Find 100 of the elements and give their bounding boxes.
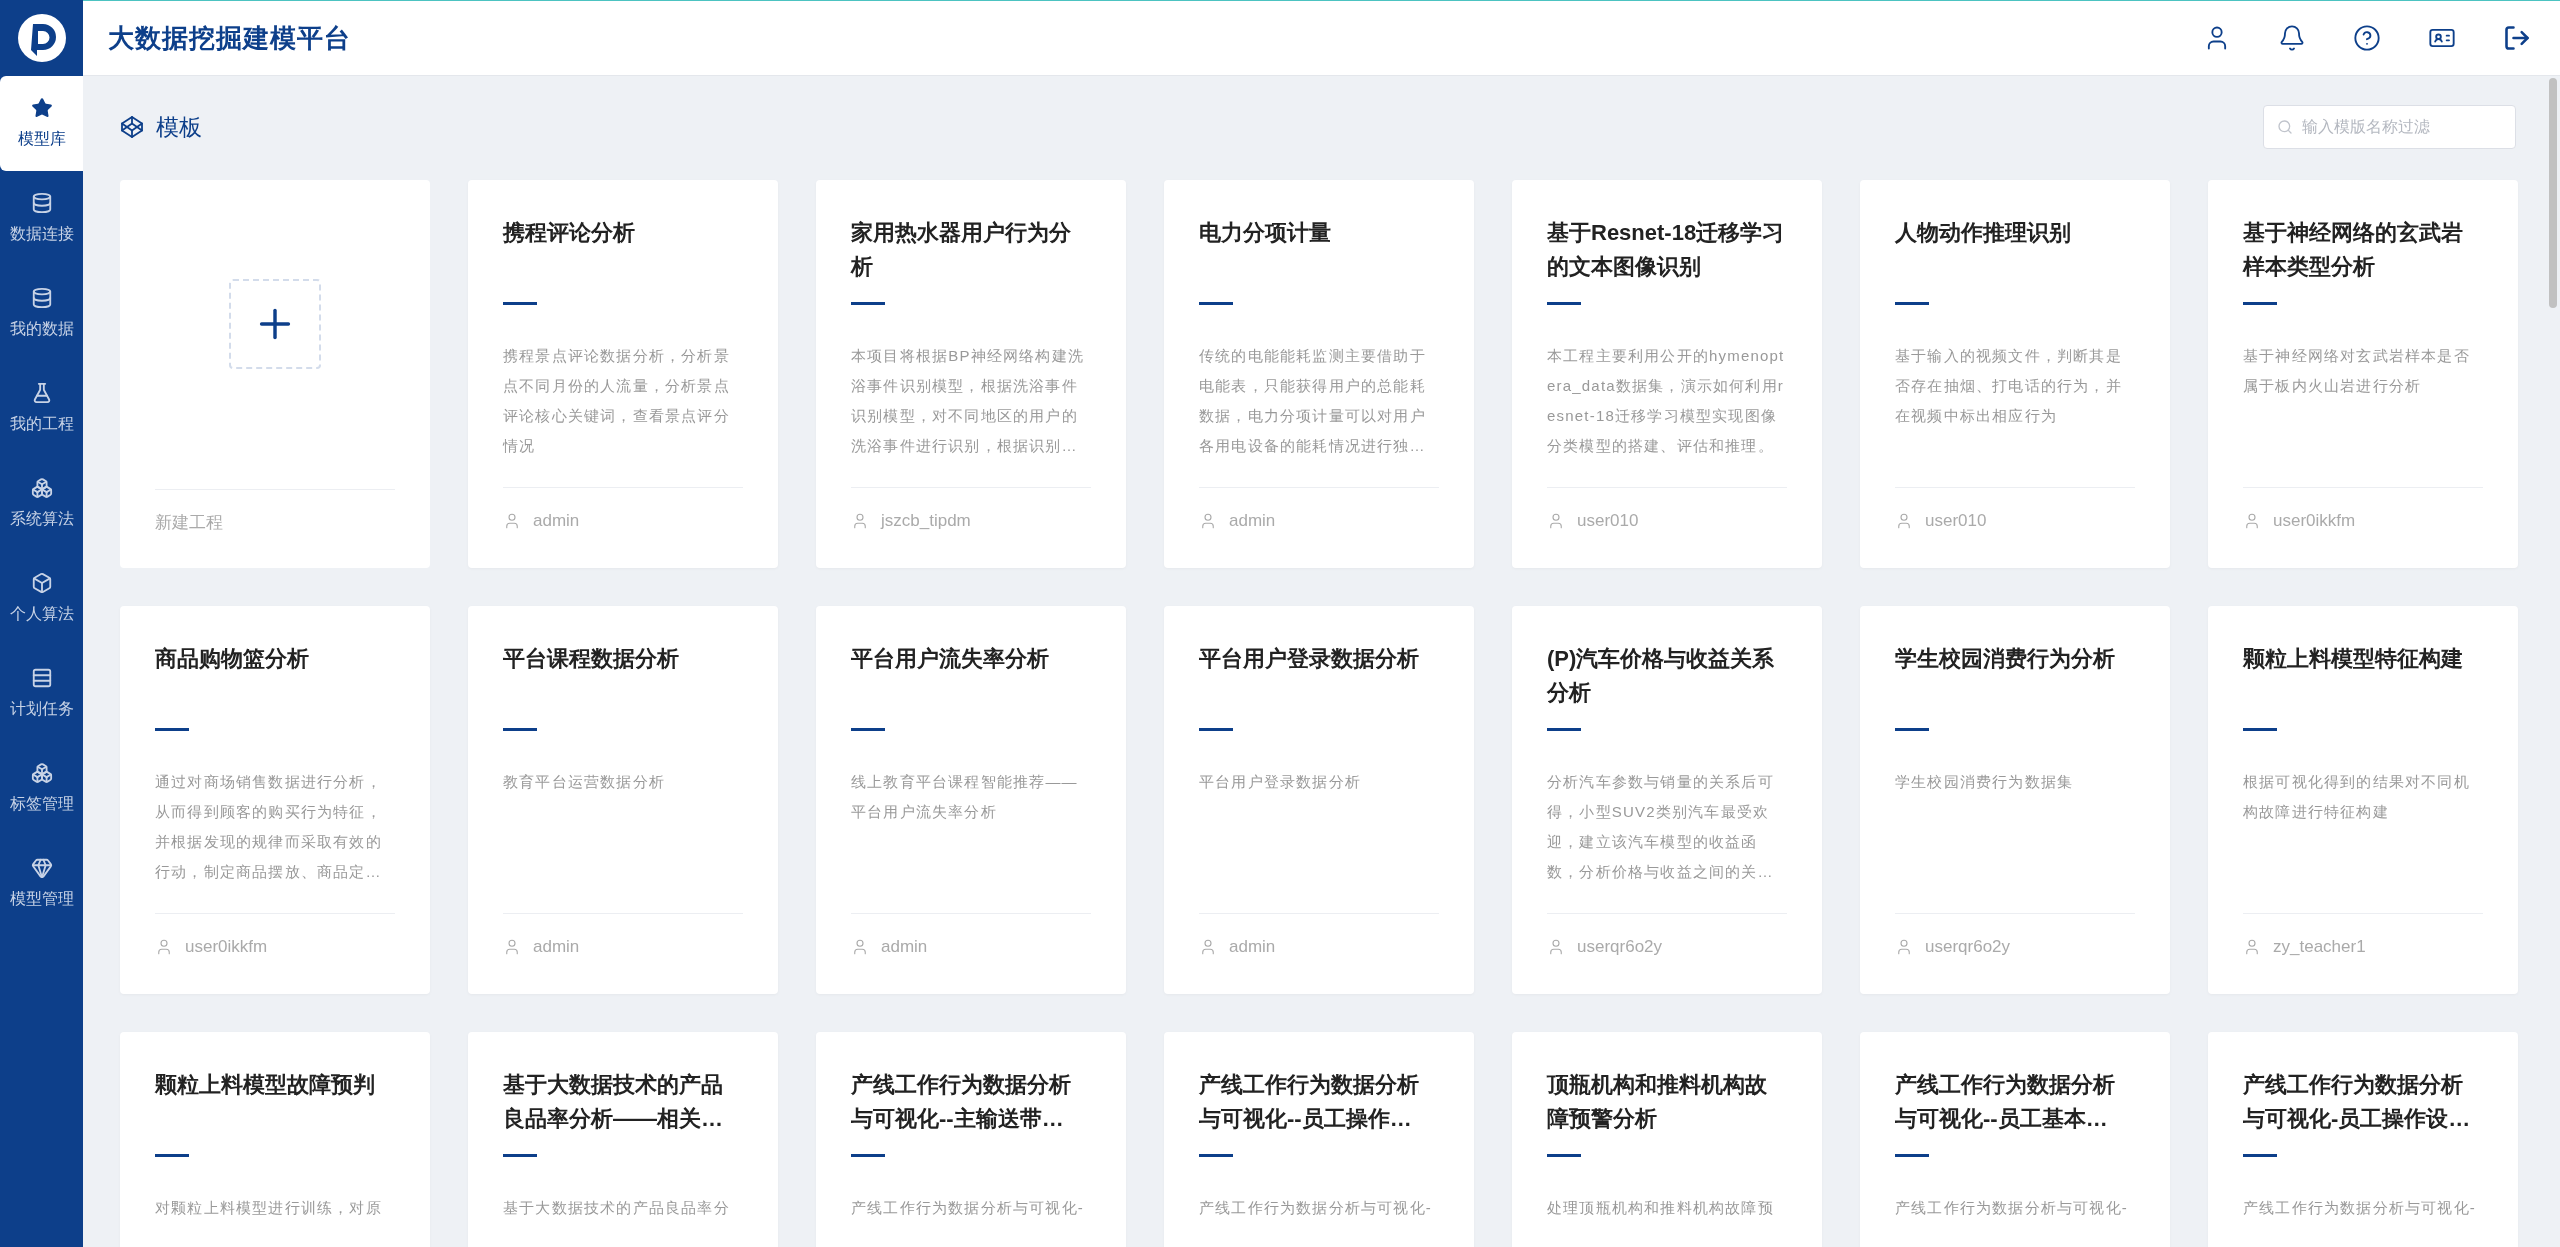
cubes-icon: [30, 476, 53, 499]
user-icon: [2243, 937, 2261, 956]
scrollbar[interactable]: [2549, 78, 2557, 308]
user-icon: [2243, 511, 2261, 530]
card-title: 颗粒上料模型特征构建: [2243, 645, 2464, 673]
notification-icon[interactable]: [2278, 24, 2306, 52]
card-title: 产线工作行为数据分析与可视化--主输送带…: [851, 1071, 1072, 1133]
template-card[interactable]: 携程评论分析 携程景点评论数据分析，分析景点不同月份的人流量，分析景点评论核心关键词，查看景点评分情况 admin: [468, 180, 778, 568]
card-author: userqr6o2y: [1925, 936, 2011, 958]
card-description: 通过对商场销售数据进行分析，从而得到顾客的购买行为特征，并根据发现的规律而采取有效的行动，制定商品摆放、商品定…: [155, 772, 383, 882]
search-field[interactable]: 输入模版名称过滤: [2263, 105, 2516, 149]
card-author: user0ikkfm: [185, 936, 268, 958]
card-title: 家用热水器用户行为分析: [851, 219, 1072, 281]
template-card[interactable]: 学生校园消费行为分析 学生校园消费行为数据集 userqr6o2y: [1860, 606, 2170, 994]
add-button[interactable]: [229, 279, 321, 370]
card-title: 产线工作行为数据分析与可视化--员工基本…: [1895, 1071, 2116, 1133]
user-icon: [1199, 511, 1217, 530]
card-author: user010: [1925, 510, 1987, 532]
card-description: 线上教育平台课程智能推荐——平台用户流失率分析: [851, 772, 1079, 822]
template-card[interactable]: 基于大数据技术的产品良品率分析——相关… 基于大数据技术的产品良品率分: [468, 1032, 778, 1247]
cube-outline-icon: [120, 115, 144, 139]
card-description: 产线工作行为数据分析与可视化-: [851, 1198, 1085, 1218]
template-card[interactable]: 基于神经网络的玄武岩样本类型分析 基于神经网络对玄武岩样本是否属于板内火山岩进行分析 user0ikkfm: [2208, 180, 2518, 568]
sidebar-item[interactable]: 我的数据: [0, 266, 83, 361]
card-description: 根据可视化得到的结果对不同机构故障进行特征构建: [2243, 772, 2471, 822]
sidebar-item[interactable]: 模型管理: [0, 836, 83, 931]
card-description: 产线工作行为数据分析与可视化-: [2243, 1198, 2477, 1218]
card-title: 电力分项计量: [1199, 219, 1332, 247]
card-description: 基于神经网络对玄武岩样本是否属于板内火山岩进行分析: [2243, 346, 2471, 396]
template-card[interactable]: 产线工作行为数据分析与可视化--主输送带… 产线工作行为数据分析与可视化-: [816, 1032, 1126, 1247]
logo-icon: [15, 12, 68, 64]
user-icon: [851, 511, 869, 530]
sidebar-item[interactable]: 个人算法: [0, 551, 83, 646]
cubes-icon: [30, 761, 53, 784]
sidebar-item[interactable]: 我的工程: [0, 361, 83, 456]
card-description: 对颗粒上料模型进行训练，对原: [155, 1198, 383, 1218]
card-title: 平台用户流失率分析: [851, 645, 1050, 673]
new-project-label: 新建工程: [155, 512, 223, 532]
card-description: 教育平台运营数据分析: [503, 772, 666, 792]
search-icon: [2277, 119, 2293, 135]
card-author: user010: [1577, 510, 1639, 532]
card-description: 基于大数据技术的产品良品率分: [503, 1198, 731, 1218]
database-icon: [30, 286, 53, 309]
user-icon: [1895, 511, 1913, 530]
template-card[interactable]: 颗粒上料模型故障预判 对颗粒上料模型进行训练，对原: [120, 1032, 430, 1247]
user-icon: [1895, 937, 1913, 956]
template-card[interactable]: 人物动作推理识别 基于输入的视频文件，判断其是否存在抽烟、打电话的行为，并在视频中标出相应行为 user010: [1860, 180, 2170, 568]
template-card[interactable]: 产线工作行为数据分析与可视化--员工操作… 产线工作行为数据分析与可视化-: [1164, 1032, 1474, 1247]
template-card[interactable]: 产线工作行为数据分析与可视化-员工操作设… 产线工作行为数据分析与可视化-: [2208, 1032, 2518, 1247]
card-title: 商品购物篮分析: [155, 645, 310, 673]
card-author: admin: [533, 510, 580, 532]
card-title: 平台用户登录数据分析: [1199, 645, 1420, 673]
user-icon: [503, 511, 521, 530]
card-description: 平台用户登录数据分析: [1199, 772, 1362, 792]
card-description: 产线工作行为数据分析与可视化-: [1199, 1198, 1433, 1218]
card-title: 产线工作行为数据分析与可视化-员工操作设…: [2243, 1071, 2472, 1133]
card-title: 人物动作推理识别: [1895, 219, 2072, 247]
template-card[interactable]: 平台用户登录数据分析 平台用户登录数据分析 admin: [1164, 606, 1474, 994]
card-description: 产线工作行为数据分析与可视化-: [1895, 1198, 2129, 1218]
card-title: 基于大数据技术的产品良品率分析——相关…: [503, 1071, 724, 1133]
user-icon: [155, 937, 173, 956]
card-author: admin: [881, 936, 928, 958]
template-card[interactable]: 产线工作行为数据分析与可视化--员工基本… 产线工作行为数据分析与可视化-: [1860, 1032, 2170, 1247]
sidebar-item[interactable]: 数据连接: [0, 171, 83, 266]
sidebar-item[interactable]: 标签管理: [0, 741, 83, 836]
template-card[interactable]: 商品购物篮分析 通过对商场销售数据进行分析，从而得到顾客的购买行为特征，并根据发现的规律而采取有效的行动，制定商品摆放、商品定… user0ikkfm: [120, 606, 430, 994]
app-title: 大数据挖掘建模平台: [108, 21, 351, 55]
sidebar-item[interactable]: 系统算法: [0, 456, 83, 551]
section-title: 模板: [156, 112, 202, 142]
template-card[interactable]: 基于Resnet-18迁移学习的文本图像识别 本工程主要利用公开的hymenoptera_data数据集，演示如何利用resnet-18迁移学习模型实现图像分类模型的搭建、评估和推理。 user010: [1512, 180, 1822, 568]
sidebar-item[interactable]: 计划任务: [0, 646, 83, 741]
template-card[interactable]: (P)汽车价格与收益关系分析 分析汽车参数与销量的关系后可得，小型SUV2类别汽车最受欢迎，建立该汽车模型的收益函数，分析价格与收益之间的关… userqr6o2y: [1512, 606, 1822, 994]
card-description: 传统的电能能耗监测主要借助于电能表，只能获得用户的总能耗数据，电力分项计量可以对用户各用电设备的能耗情况进行独…: [1199, 346, 1427, 456]
card-title: 基于Resnet-18迁移学习的文本图像识别: [1547, 219, 1786, 281]
card-author: zy_teacher1: [2273, 936, 2366, 958]
card-title: 携程评论分析: [503, 219, 636, 247]
user-icon: [1547, 511, 1565, 530]
user-icon: [1547, 937, 1565, 956]
card-author: admin: [533, 936, 580, 958]
card-title: 平台课程数据分析: [503, 645, 680, 673]
logout-icon[interactable]: [2503, 24, 2531, 52]
template-card[interactable]: 颗粒上料模型特征构建 根据可视化得到的结果对不同机构故障进行特征构建 zy_teacher1: [2208, 606, 2518, 994]
template-card[interactable]: 家用热水器用户行为分析 本项目将根据BP神经网络构建洗浴事件识别模型，根据洗浴事件识别模型，对不同地区的用户的洗浴事件进行识别，根据识别… jszcb_tipdm: [816, 180, 1126, 568]
sidebar-item[interactable]: 模型库: [0, 76, 83, 171]
template-card[interactable]: 平台课程数据分析 教育平台运营数据分析 admin: [468, 606, 778, 994]
card-title: 学生校园消费行为分析: [1895, 645, 2116, 673]
card-author: admin: [1229, 510, 1276, 532]
card-author: jszcb_tipdm: [881, 510, 971, 532]
template-card[interactable]: 顶瓶机构和推料机构故障预警分析 处理顶瓶机构和推料机构故障预: [1512, 1032, 1822, 1247]
template-card[interactable]: 平台用户流失率分析 线上教育平台课程智能推荐——平台用户流失率分析 admin: [816, 606, 1126, 994]
help-icon[interactable]: [2353, 24, 2381, 52]
template-card[interactable]: 电力分项计量 传统的电能能耗监测主要借助于电能表，只能获得用户的总能耗数据，电力分项计量可以对用户各用电设备的能耗情况进行独… admin: [1164, 180, 1474, 568]
card-title: 顶瓶机构和推料机构故障预警分析: [1547, 1071, 1768, 1133]
card-title: 基于神经网络的玄武岩样本类型分析: [2243, 219, 2464, 281]
star-icon: [30, 96, 53, 119]
card-description: 分析汽车参数与销量的关系后可得，小型SUV2类别汽车最受欢迎，建立该汽车模型的收益函数，分析价格与收益之间的关…: [1547, 772, 1775, 882]
card-title: 产线工作行为数据分析与可视化--员工操作…: [1199, 1071, 1420, 1133]
card-author: user0ikkfm: [2273, 510, 2356, 532]
cube-icon: [30, 571, 53, 594]
user-icon: [851, 937, 869, 956]
